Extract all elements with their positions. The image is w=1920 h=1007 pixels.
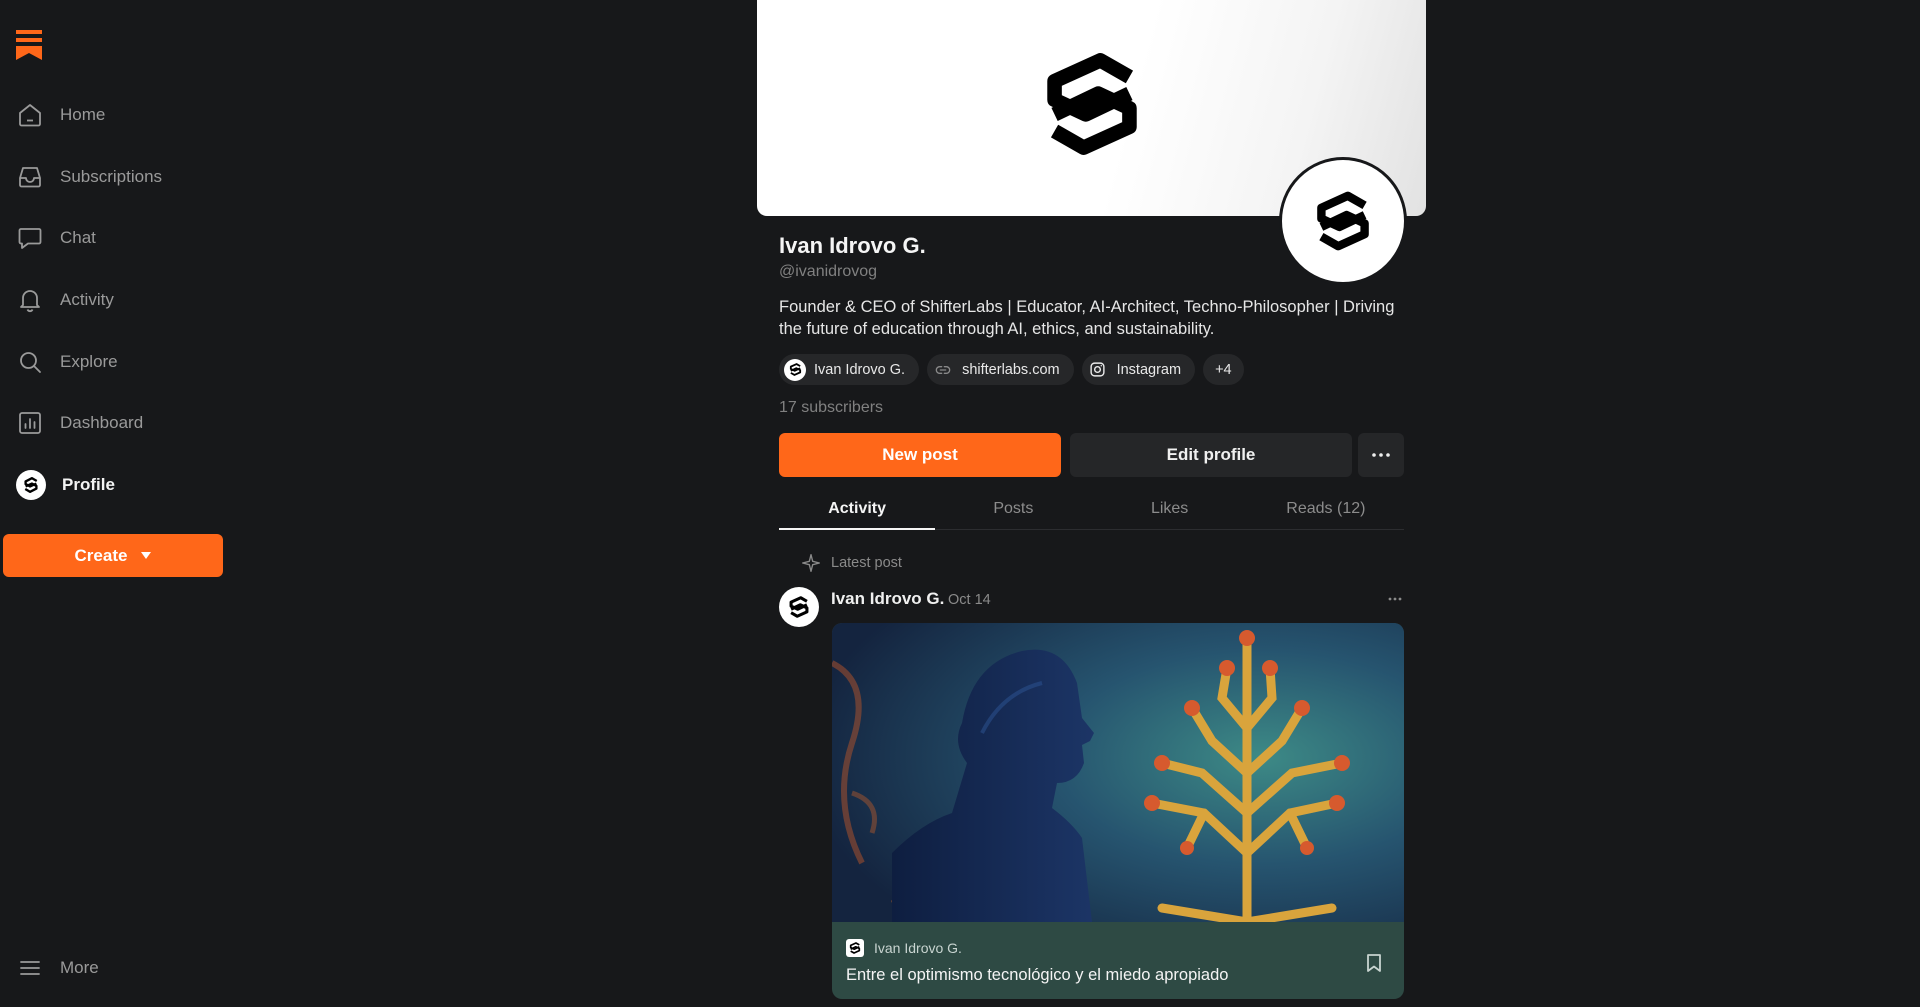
- create-button-label: Create: [74, 545, 128, 565]
- shifterlabs-logo-icon: [1317, 191, 1369, 251]
- publication-name: Ivan Idrovo G.: [874, 940, 962, 956]
- edit-profile-button[interactable]: Edit profile: [1070, 433, 1352, 477]
- shifterlabs-logo-icon: [789, 596, 809, 618]
- instagram-chip[interactable]: Instagram: [1081, 354, 1196, 385]
- post-options-button[interactable]: [1383, 588, 1407, 610]
- chip-label: +4: [1215, 361, 1232, 378]
- profile-name: Ivan Idrovo G.: [779, 233, 926, 258]
- sidebar-item-chat[interactable]: Chat: [0, 214, 232, 262]
- sidebar-item-label: More: [60, 958, 99, 977]
- menu-icon: [16, 954, 44, 982]
- more-links-chip[interactable]: +4: [1203, 354, 1244, 385]
- profile-bio: Founder & CEO of ShifterLabs | Educator,…: [779, 298, 1395, 338]
- post-card[interactable]: Ivan Idrovo G. Entre el optimismo tecnol…: [832, 623, 1404, 999]
- bookmark-icon: [1367, 954, 1381, 972]
- profile-more-button[interactable]: [1358, 433, 1404, 477]
- sidebar-item-label: Dashboard: [60, 413, 144, 432]
- latest-post-text: Latest post: [831, 555, 902, 571]
- latest-post-label: Latest post: [801, 553, 902, 573]
- search-icon: [16, 348, 44, 376]
- home-icon: [16, 101, 44, 129]
- publication-chip[interactable]: Ivan Idrovo G.: [779, 354, 920, 385]
- sidebar-item-more[interactable]: More: [0, 944, 232, 992]
- post-cover-image: [832, 623, 1404, 922]
- bell-icon: [16, 286, 44, 314]
- caret-down-icon: [141, 552, 152, 559]
- more-horizontal-icon: [1372, 453, 1390, 457]
- tab-posts[interactable]: Posts: [935, 490, 1091, 529]
- new-post-button[interactable]: New post: [779, 433, 1061, 477]
- chart-icon: [16, 409, 44, 437]
- avatar: [16, 470, 46, 500]
- sidebar-item-label: Activity: [60, 290, 114, 309]
- bookmark-button[interactable]: [1363, 952, 1385, 974]
- chip-label: Instagram: [1116, 361, 1182, 378]
- sidebar: Home Subscriptions Chat Activity Explore…: [0, 0, 232, 1007]
- publication-logo-icon: [846, 939, 864, 957]
- chip-label: Ivan Idrovo G.: [814, 361, 906, 378]
- sidebar-item-label: Subscriptions: [60, 167, 163, 186]
- profile-links: Ivan Idrovo G. shifterlabs.com Instagram…: [779, 354, 1244, 385]
- sidebar-item-home[interactable]: Home: [0, 91, 232, 139]
- sparkle-icon: [802, 554, 820, 572]
- sidebar-item-label: Explore: [60, 352, 118, 371]
- post-publication: Ivan Idrovo G.: [846, 939, 962, 957]
- subscriber-count[interactable]: 17 subscribers: [779, 399, 883, 417]
- sidebar-item-explore[interactable]: Explore: [0, 338, 232, 386]
- post-title[interactable]: Entre el optimismo tecnológico y el mied…: [846, 966, 1228, 985]
- sidebar-item-profile[interactable]: Profile: [0, 461, 232, 509]
- tab-reads[interactable]: Reads (12): [1248, 490, 1404, 529]
- profile-handle: @ivanidrovog: [779, 263, 878, 280]
- sidebar-item-activity[interactable]: Activity: [0, 276, 232, 324]
- sidebar-item-label: Profile: [62, 475, 115, 494]
- more-horizontal-icon: [1388, 597, 1402, 601]
- sidebar-item-label: Home: [60, 105, 106, 124]
- inbox-icon: [16, 163, 44, 191]
- profile-tabs: Activity Posts Likes Reads (12): [779, 490, 1404, 530]
- post-author-name[interactable]: Ivan Idrovo G.: [831, 589, 944, 609]
- post-author-avatar[interactable]: [779, 587, 819, 627]
- profile-avatar[interactable]: [1279, 157, 1407, 285]
- chip-label: shifterlabs.com: [962, 361, 1060, 378]
- instagram-icon: [1087, 359, 1109, 381]
- create-button[interactable]: Create: [3, 534, 223, 577]
- publication-logo-icon: [784, 358, 806, 381]
- shifterlabs-logo-icon: [1046, 53, 1137, 155]
- link-icon: [932, 359, 954, 381]
- sidebar-item-dashboard[interactable]: Dashboard: [0, 399, 232, 447]
- sidebar-item-subscriptions[interactable]: Subscriptions: [0, 153, 232, 201]
- chat-icon: [16, 224, 44, 252]
- sidebar-item-label: Chat: [60, 228, 96, 247]
- post-date: Oct 14: [948, 592, 991, 608]
- tab-likes[interactable]: Likes: [1092, 490, 1248, 529]
- substack-logo-icon[interactable]: [16, 30, 42, 60]
- tab-activity[interactable]: Activity: [779, 490, 936, 530]
- website-chip[interactable]: shifterlabs.com: [927, 354, 1074, 385]
